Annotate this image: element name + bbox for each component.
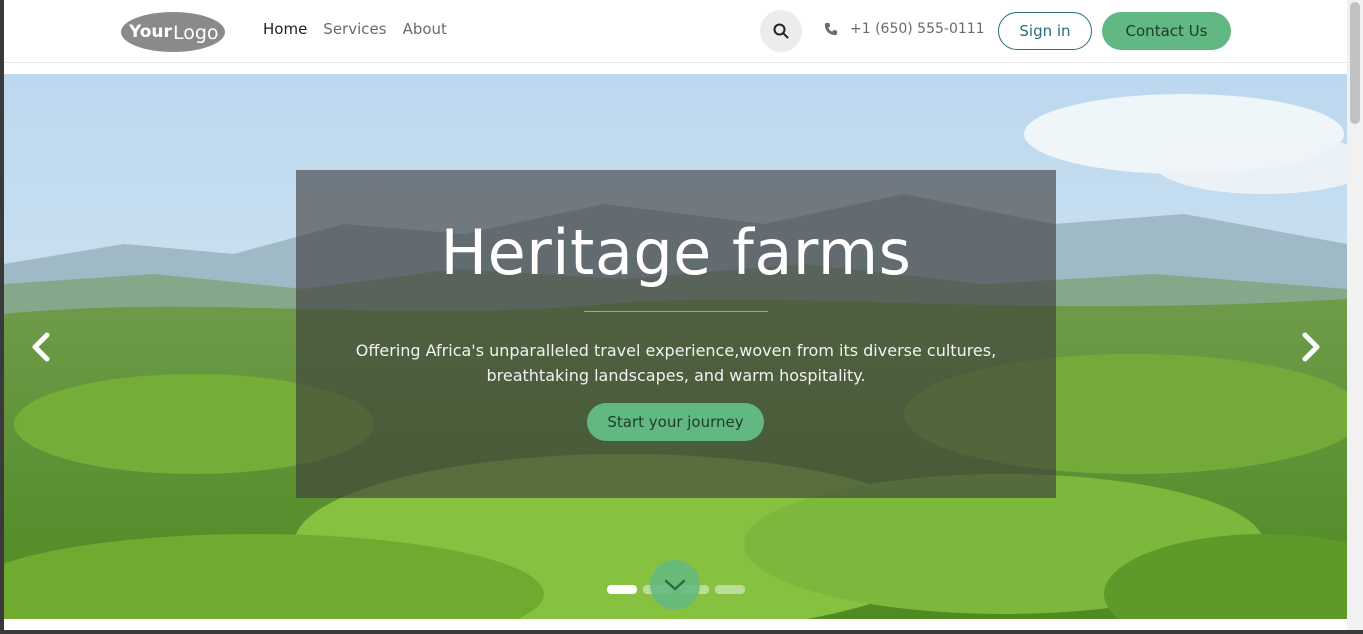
chevron-down-icon (664, 579, 686, 591)
svg-text:Your: Your (128, 22, 173, 42)
main-nav: Home Services About (263, 20, 447, 38)
window-bottom-edge (0, 630, 1363, 634)
sign-in-button[interactable]: Sign in (998, 12, 1092, 50)
carousel-dot-1[interactable] (607, 585, 637, 594)
search-button[interactable] (760, 10, 802, 52)
phone-icon (824, 22, 838, 36)
chevron-left-icon (32, 332, 50, 362)
start-journey-button[interactable]: Start your journey (587, 403, 764, 441)
nav-services[interactable]: Services (323, 20, 386, 38)
carousel-prev-button[interactable] (26, 330, 56, 364)
hero-carousel: Heritage farms Offering Africa's unparal… (4, 74, 1347, 619)
page-scrollbar[interactable] (1347, 0, 1363, 630)
hero-title: Heritage farms (440, 216, 912, 289)
phone-contact[interactable]: +1 (650) 555-0111 (824, 21, 985, 37)
site-logo[interactable]: Your Logo (121, 10, 225, 53)
nav-about[interactable]: About (403, 20, 447, 38)
browser-viewport: Your Logo Home Services About +1 (650) 5… (4, 0, 1347, 630)
hero-description: Offering Africa's unparalleled travel ex… (355, 341, 997, 385)
contact-us-button[interactable]: Contact Us (1102, 12, 1231, 50)
scroll-down-button[interactable] (650, 560, 700, 610)
svg-text:Logo: Logo (173, 22, 219, 44)
nav-home[interactable]: Home (263, 20, 307, 38)
scrollbar-thumb[interactable] (1350, 2, 1360, 124)
title-divider (584, 311, 768, 312)
chevron-right-icon (1302, 332, 1320, 362)
search-icon (773, 23, 789, 39)
carousel-next-button[interactable] (1296, 330, 1326, 364)
carousel-dot-4[interactable] (715, 585, 745, 594)
site-header: Your Logo Home Services About +1 (650) 5… (4, 0, 1347, 63)
phone-number: +1 (650) 555-0111 (850, 21, 985, 37)
hero-caption-box: Heritage farms Offering Africa's unparal… (296, 170, 1056, 498)
